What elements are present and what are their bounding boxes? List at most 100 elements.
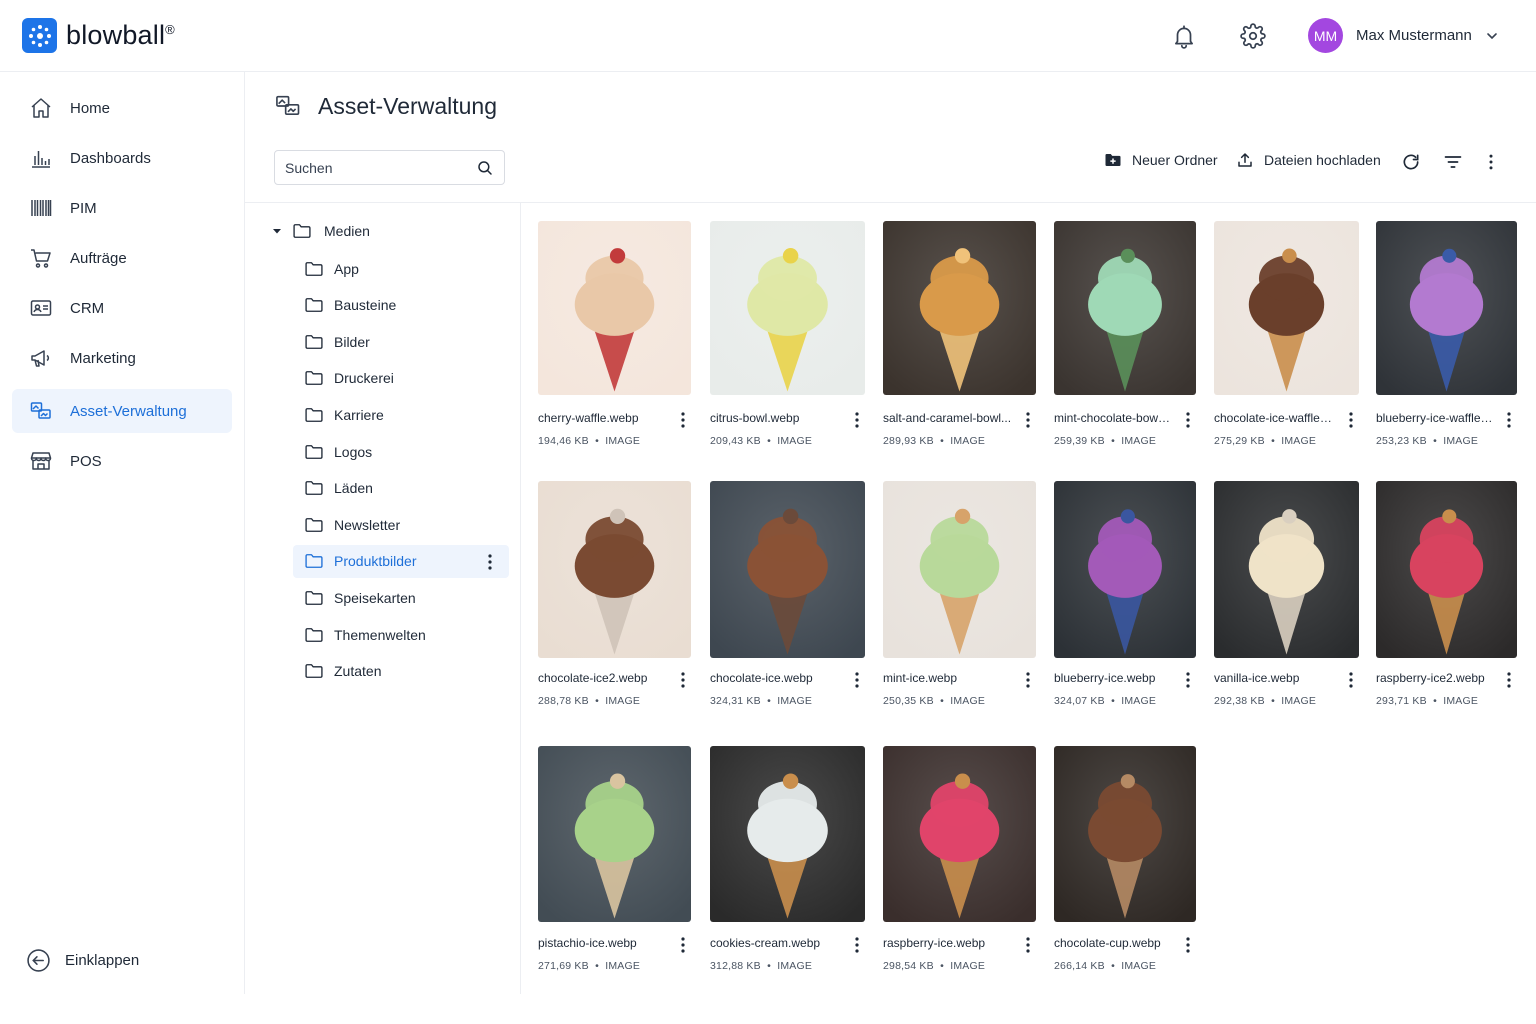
folder-icon: [305, 444, 323, 459]
asset-thumbnail[interactable]: [883, 481, 1036, 658]
page-header: Asset-Verwaltung: [274, 92, 497, 120]
asset-size: 194,46 KB: [538, 435, 589, 447]
asset-meta: 293,71 KB • IMAGE: [1376, 695, 1478, 707]
tree-folder-item[interactable]: Karriere: [293, 398, 509, 431]
sidebar-item-auftraege[interactable]: Aufträge: [12, 236, 232, 280]
tree-folder-item[interactable]: Logos: [293, 435, 509, 468]
meta-separator: •: [588, 695, 606, 707]
folder-icon: [305, 261, 323, 276]
asset-meta: 289,93 KB • IMAGE: [883, 435, 985, 447]
asset-thumbnail[interactable]: [1054, 481, 1196, 658]
tree-folder-item[interactable]: Produktbilder: [293, 544, 509, 578]
asset-thumbnail[interactable]: [710, 746, 865, 922]
more-options-icon[interactable]: [849, 671, 865, 689]
more-options-icon[interactable]: [1501, 411, 1517, 429]
tree-root-label: Medien: [324, 223, 370, 239]
asset-meta: 324,07 KB • IMAGE: [1054, 695, 1156, 707]
asset-type: IMAGE: [1121, 960, 1157, 972]
sidebar-item-crm[interactable]: CRM: [12, 286, 232, 330]
asset-thumbnail[interactable]: [538, 481, 691, 658]
tree-folder-item[interactable]: Bilder: [293, 325, 509, 358]
asset-thumbnail[interactable]: [883, 746, 1036, 922]
more-options-icon[interactable]: [1501, 671, 1517, 689]
bell-icon[interactable]: [1167, 19, 1201, 53]
more-options-icon[interactable]: [1180, 671, 1196, 689]
sidebar-item-pim[interactable]: PIM: [12, 186, 232, 230]
more-options-icon[interactable]: [849, 411, 865, 429]
divider: [245, 202, 1536, 203]
asset-type: IMAGE: [605, 435, 641, 447]
meta-separator: •: [933, 435, 951, 447]
tree-folder-item[interactable]: Läden: [293, 472, 509, 505]
more-options-icon[interactable]: [1180, 936, 1196, 954]
asset-filename: chocolate-ice2.webp: [538, 671, 648, 685]
more-options-icon[interactable]: [1180, 411, 1196, 429]
tree-folder-item[interactable]: Speisekarten: [293, 581, 509, 614]
more-options-icon[interactable]: [1020, 411, 1036, 429]
more-options-icon[interactable]: [1343, 671, 1359, 689]
more-options-icon[interactable]: [1479, 150, 1503, 174]
brand-name: blowball: [66, 20, 166, 50]
asset-filename: chocolate-cup.webp: [1054, 936, 1161, 950]
sidebar-item-asset-verwaltung[interactable]: Asset-Verwaltung: [12, 389, 232, 433]
more-options-icon[interactable]: [675, 411, 691, 429]
more-options-icon[interactable]: [675, 671, 691, 689]
asset-thumbnail[interactable]: [710, 221, 865, 395]
chart-bars-icon: [28, 145, 54, 171]
asset-thumbnail[interactable]: [538, 221, 691, 395]
tree-root-medien[interactable]: Medien: [270, 221, 370, 241]
sidebar-item-home[interactable]: Home: [12, 86, 232, 130]
asset-thumbnail[interactable]: [1214, 481, 1359, 658]
more-options-icon[interactable]: [483, 553, 497, 576]
tree-folder-item[interactable]: Zutaten: [293, 655, 509, 688]
asset-thumbnail[interactable]: [710, 481, 865, 658]
asset-thumbnail[interactable]: [1376, 481, 1517, 658]
user-menu[interactable]: MM Max Mustermann: [1308, 18, 1499, 53]
more-options-icon[interactable]: [1020, 936, 1036, 954]
tree-folder-item[interactable]: Newsletter: [293, 508, 509, 541]
more-options-icon[interactable]: [849, 936, 865, 954]
asset-filename: cookies-cream.webp: [710, 936, 821, 950]
folder-icon: [305, 627, 323, 642]
tree-folder-item[interactable]: Bausteine: [293, 289, 509, 322]
tree-folder-item[interactable]: App: [293, 252, 509, 285]
asset-type: IMAGE: [777, 960, 813, 972]
collapse-sidebar-button[interactable]: Einklappen: [26, 948, 139, 973]
asset-thumbnail[interactable]: [883, 221, 1036, 395]
search-input[interactable]: [285, 159, 476, 176]
asset-thumbnail[interactable]: [1054, 221, 1196, 395]
more-options-icon[interactable]: [1343, 411, 1359, 429]
contact-card-icon: [28, 295, 54, 321]
asset-thumbnail[interactable]: [1054, 746, 1196, 922]
more-options-icon[interactable]: [1020, 671, 1036, 689]
caret-down-icon[interactable]: [270, 224, 284, 238]
asset-meta: 266,14 KB • IMAGE: [1054, 960, 1156, 972]
meta-separator: •: [588, 435, 606, 447]
refresh-icon[interactable]: [1399, 150, 1423, 174]
upload-files-label: Dateien hochladen: [1264, 152, 1381, 168]
filter-icon[interactable]: [1441, 150, 1465, 174]
asset-size: 275,29 KB: [1214, 435, 1265, 447]
asset-type: IMAGE: [950, 695, 986, 707]
more-options-icon[interactable]: [675, 936, 691, 954]
meta-separator: •: [933, 695, 951, 707]
folder-icon: [305, 554, 323, 569]
sidebar-item-marketing[interactable]: Marketing: [12, 336, 232, 380]
new-folder-button[interactable]: Neuer Ordner: [1104, 151, 1218, 169]
search-icon[interactable]: [476, 159, 494, 177]
folder-icon: [305, 481, 323, 496]
sidebar-item-dashboards[interactable]: Dashboards: [12, 136, 232, 180]
meta-separator: •: [1264, 435, 1282, 447]
tree-folder-label: App: [334, 260, 359, 277]
asset-type: IMAGE: [1443, 435, 1479, 447]
asset-type: IMAGE: [1121, 695, 1157, 707]
asset-thumbnail[interactable]: [538, 746, 691, 922]
tree-folder-item[interactable]: Druckerei: [293, 362, 509, 395]
asset-thumbnail[interactable]: [1376, 221, 1517, 395]
gear-icon[interactable]: [1236, 19, 1270, 53]
asset-thumbnail[interactable]: [1214, 221, 1359, 395]
tree-folder-item[interactable]: Themenwelten: [293, 618, 509, 651]
upload-files-button[interactable]: Dateien hochladen: [1236, 151, 1381, 169]
sidebar-item-pos[interactable]: POS: [12, 439, 232, 483]
brand[interactable]: blowball®: [22, 18, 175, 53]
